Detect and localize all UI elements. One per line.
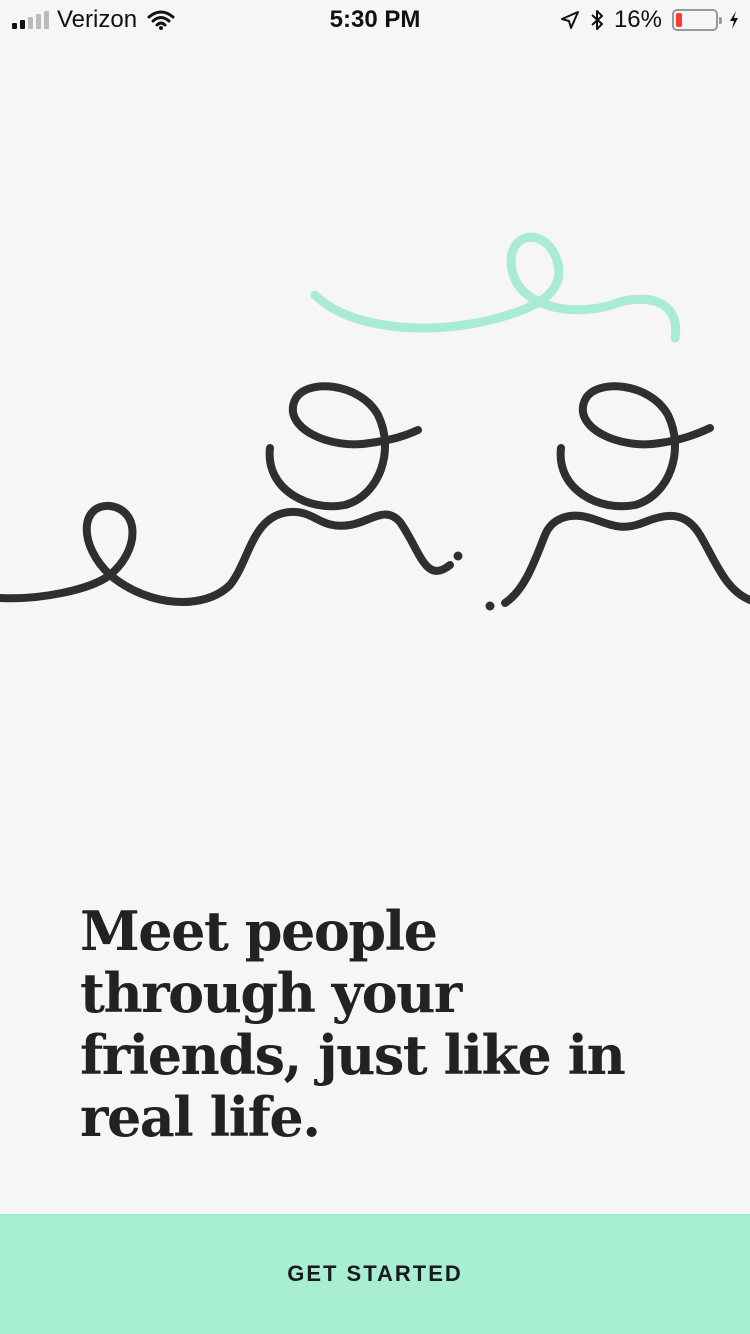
right-head <box>556 382 714 511</box>
status-bar: Verizon 5:30 PM 16% <box>0 0 750 40</box>
status-right: 16% <box>560 6 740 34</box>
battery-percent: 16% <box>613 6 662 33</box>
bluetooth-icon <box>591 10 603 30</box>
left-dot <box>453 551 463 561</box>
right-dot <box>485 601 495 611</box>
get-started-button[interactable]: GET STARTED <box>0 1214 750 1334</box>
mint-scribble <box>310 232 681 343</box>
right-figure <box>501 511 750 607</box>
get-started-label: GET STARTED <box>287 1261 463 1286</box>
battery-icon <box>672 9 722 31</box>
location-arrow-icon <box>560 11 579 29</box>
left-figure <box>0 502 454 606</box>
friends-illustration <box>0 232 750 611</box>
onboarding-headline: Meet people through your friends, just l… <box>80 899 626 1149</box>
charging-bolt-icon <box>730 11 738 29</box>
left-head <box>265 382 422 511</box>
battery-level <box>676 13 683 27</box>
